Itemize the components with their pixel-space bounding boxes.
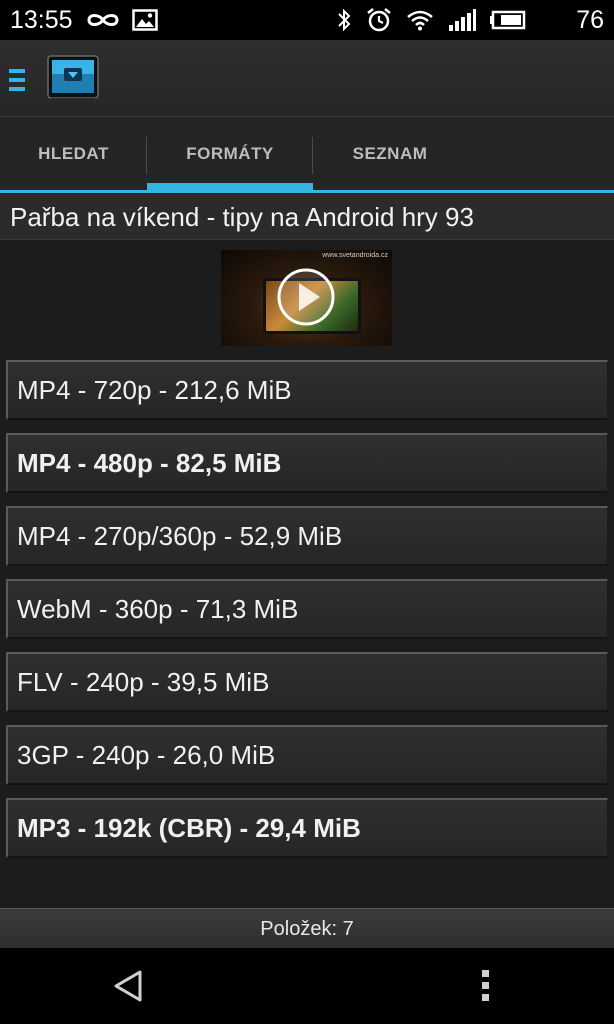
tab-strip: HLEDAT FORMÁTY SEZNAM	[0, 117, 614, 191]
tab-formaty[interactable]: FORMÁTY	[147, 117, 313, 191]
tab-label: SEZNAM	[352, 144, 428, 163]
navigation-bar	[0, 948, 614, 1024]
item-count-bar: Položek: 7	[0, 908, 614, 948]
tab-label: FORMÁTY	[186, 144, 274, 163]
format-item-mp3-192k[interactable]: MP3 - 192k (CBR) - 29,4 MiB	[6, 798, 608, 858]
overflow-menu-icon[interactable]	[476, 966, 496, 1006]
format-item-mp4-270p-360p[interactable]: MP4 - 270p/360p - 52,9 MiB	[6, 506, 608, 566]
battery-icon	[490, 10, 526, 30]
tab-label: HLEDAT	[38, 144, 109, 163]
wifi-icon	[407, 10, 433, 31]
hamburger-menu-icon[interactable]	[9, 69, 27, 91]
format-item-mp4-480p[interactable]: MP4 - 480p - 82,5 MiB	[6, 433, 608, 493]
thumbnail-watermark: www.svetandroida.cz	[322, 252, 388, 259]
status-bar: 13:55 76	[0, 0, 614, 40]
play-icon[interactable]	[276, 267, 336, 327]
status-time: 13:55	[10, 6, 73, 34]
video-title: Pařba na víkend - tipy na Android hry 93	[0, 194, 614, 240]
infinity-icon	[87, 14, 119, 26]
back-triangle-icon[interactable]	[110, 966, 150, 1006]
video-thumbnail[interactable]: www.svetandroida.cz	[221, 250, 392, 346]
format-item-mp4-720p[interactable]: MP4 - 720p - 212,6 MiB	[6, 360, 608, 420]
format-item-3gp-240p[interactable]: 3GP - 240p - 26,0 MiB	[6, 725, 608, 785]
format-item-webm-360p[interactable]: WebM - 360p - 71,3 MiB	[6, 579, 608, 639]
tab-strip-underline	[0, 190, 614, 193]
alarm-icon	[367, 8, 391, 32]
image-icon	[132, 9, 158, 31]
battery-percentage: 76	[576, 6, 604, 34]
status-notification-icons	[86, 7, 158, 33]
bluetooth-icon	[338, 8, 351, 32]
tab-seznam[interactable]: SEZNAM	[313, 117, 467, 191]
signal-icon	[449, 9, 476, 31]
tv-logo-icon[interactable]	[47, 53, 99, 103]
format-item-flv-240p[interactable]: FLV - 240p - 39,5 MiB	[6, 652, 608, 712]
action-bar	[0, 40, 614, 117]
status-system-icons	[336, 7, 526, 33]
tab-hledat[interactable]: HLEDAT	[0, 117, 147, 191]
